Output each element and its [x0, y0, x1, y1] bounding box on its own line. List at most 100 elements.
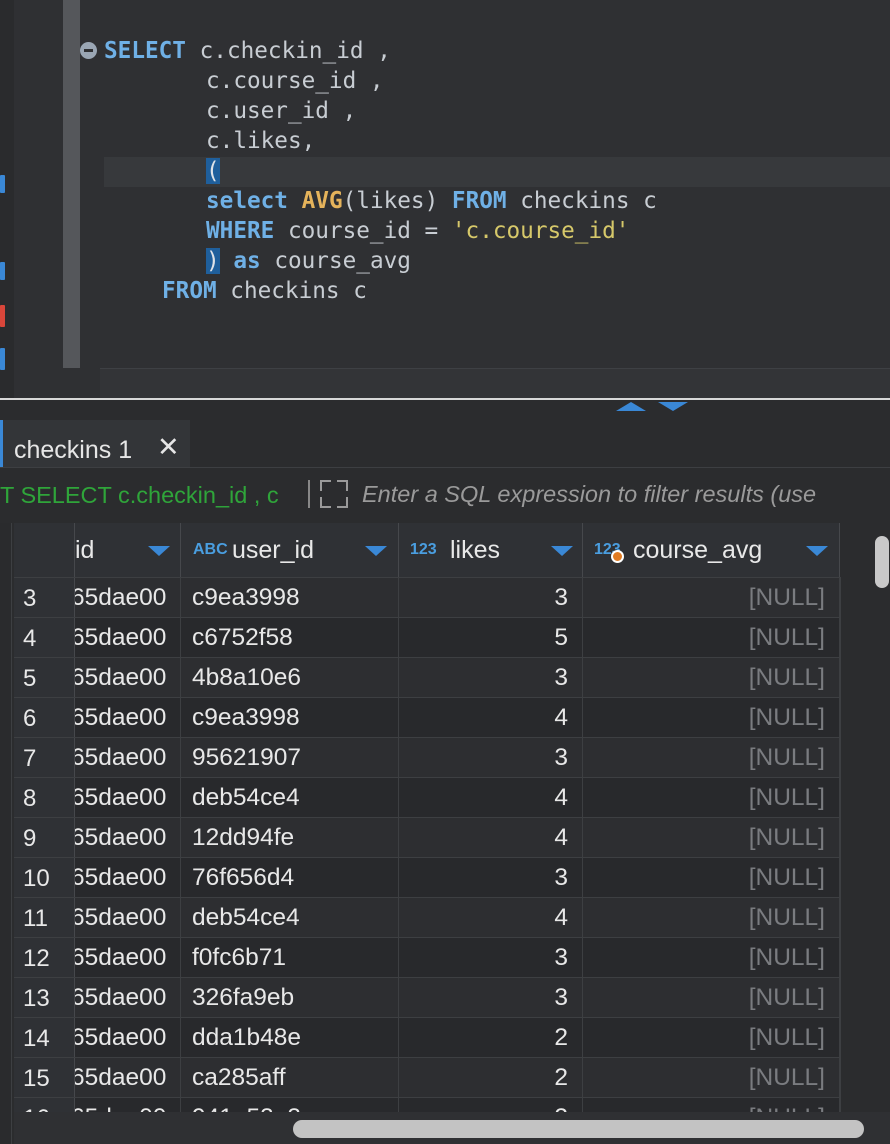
- cell-id[interactable]: 65dae00: [75, 1058, 181, 1097]
- tab-checkins-1[interactable]: checkins 1 ✕: [0, 420, 190, 467]
- cell-likes[interactable]: 3: [399, 858, 583, 897]
- cell-id[interactable]: 65dae00: [75, 938, 181, 977]
- column-header-id[interactable]: id: [75, 523, 181, 577]
- cell-likes[interactable]: 4: [399, 698, 583, 737]
- cell-course-avg[interactable]: [NULL]: [583, 578, 840, 617]
- close-icon[interactable]: ✕: [157, 432, 180, 462]
- sort-arrow-icon[interactable]: [806, 546, 828, 556]
- column-header-course-avg[interactable]: 123 course_avg: [583, 523, 840, 577]
- row-number[interactable]: 7: [14, 738, 75, 777]
- cell-id[interactable]: 65dae00: [75, 858, 181, 897]
- cell-user-id[interactable]: ca285aff: [181, 1058, 399, 1097]
- cell-likes[interactable]: 4: [399, 778, 583, 817]
- cell-id[interactable]: 65dae00: [75, 738, 181, 777]
- maximize-editor-arrow-icon[interactable]: [616, 402, 646, 411]
- filter-input[interactable]: [356, 474, 890, 514]
- cell-user-id[interactable]: 4b8a10e6: [181, 658, 399, 697]
- cell-user-id[interactable]: deb54ce4: [181, 898, 399, 937]
- cell-likes[interactable]: 4: [399, 818, 583, 857]
- expand-icon[interactable]: [318, 478, 350, 510]
- table-row[interactable]: 12 65dae00 f0fc6b71 3 [NULL]: [14, 937, 840, 977]
- fold-collapse-icon[interactable]: [80, 42, 97, 59]
- cell-user-id[interactable]: 326fa9eb: [181, 978, 399, 1017]
- cell-user-id[interactable]: c9ea3998: [181, 578, 399, 617]
- cell-course-avg[interactable]: [NULL]: [583, 738, 840, 777]
- horizontal-scrollbar-thumb[interactable]: [293, 1120, 864, 1138]
- cell-user-id[interactable]: deb54ce4: [181, 778, 399, 817]
- cell-likes[interactable]: 4: [399, 898, 583, 937]
- vertical-scrollbar[interactable]: [875, 536, 889, 588]
- row-number[interactable]: 9: [14, 818, 75, 857]
- cell-id[interactable]: 65dae00: [75, 698, 181, 737]
- cell-id[interactable]: 65dae00: [75, 978, 181, 1017]
- panel-splitter[interactable]: [0, 398, 890, 412]
- table-row[interactable]: 11 65dae00 deb54ce4 4 [NULL]: [14, 897, 840, 937]
- row-number[interactable]: 10: [14, 858, 75, 897]
- cell-user-id[interactable]: 12dd94fe: [181, 818, 399, 857]
- cell-user-id[interactable]: 76f656d4: [181, 858, 399, 897]
- row-number[interactable]: 11: [14, 898, 75, 937]
- cell-id[interactable]: 65dae00: [75, 658, 181, 697]
- table-row[interactable]: 14 65dae00 dda1b48e 2 [NULL]: [14, 1017, 840, 1057]
- cell-id[interactable]: 65dae00: [75, 618, 181, 657]
- cell-course-avg[interactable]: [NULL]: [583, 978, 840, 1017]
- cell-user-id[interactable]: f0fc6b71: [181, 938, 399, 977]
- sort-arrow-icon[interactable]: [148, 546, 170, 556]
- cell-course-avg[interactable]: [NULL]: [583, 898, 840, 937]
- cell-likes[interactable]: 2: [399, 1018, 583, 1057]
- column-header-user-id[interactable]: ABC user_id: [181, 523, 399, 577]
- table-row[interactable]: 9 65dae00 12dd94fe 4 [NULL]: [14, 817, 840, 857]
- table-row[interactable]: 15 65dae00 ca285aff 2 [NULL]: [14, 1057, 840, 1097]
- row-number[interactable]: 4: [14, 618, 75, 657]
- maximize-results-arrow-icon[interactable]: [658, 402, 688, 411]
- table-row[interactable]: 7 65dae00 95621907 3 [NULL]: [14, 737, 840, 777]
- cell-user-id[interactable]: c6752f58: [181, 618, 399, 657]
- row-number[interactable]: 6: [14, 698, 75, 737]
- table-row[interactable]: 3 65dae00 c9ea3998 3 [NULL]: [14, 577, 840, 617]
- cell-likes[interactable]: 3: [399, 658, 583, 697]
- row-number[interactable]: 12: [14, 938, 75, 977]
- row-number[interactable]: 14: [14, 1018, 75, 1057]
- results-grid[interactable]: id ABC user_id 123 likes 123 course_avg …: [0, 523, 890, 1144]
- sort-arrow-icon[interactable]: [365, 546, 387, 556]
- cell-id[interactable]: 65dae00: [75, 778, 181, 817]
- cell-likes[interactable]: 5: [399, 618, 583, 657]
- cell-likes[interactable]: 3: [399, 938, 583, 977]
- cell-user-id[interactable]: dda1b48e: [181, 1018, 399, 1057]
- cell-likes[interactable]: 3: [399, 578, 583, 617]
- cell-course-avg[interactable]: [NULL]: [583, 618, 840, 657]
- table-row[interactable]: 4 65dae00 c6752f58 5 [NULL]: [14, 617, 840, 657]
- column-header-likes[interactable]: 123 likes: [399, 523, 583, 577]
- editor-horizontal-scrollbar[interactable]: [100, 368, 890, 398]
- cell-id[interactable]: 65dae00: [75, 818, 181, 857]
- cell-course-avg[interactable]: [NULL]: [583, 778, 840, 817]
- table-row[interactable]: 5 65dae00 4b8a10e6 3 [NULL]: [14, 657, 840, 697]
- row-number[interactable]: 8: [14, 778, 75, 817]
- cell-course-avg[interactable]: [NULL]: [583, 858, 840, 897]
- query-text[interactable]: T SELECT c.checkin_id , c: [0, 482, 305, 509]
- row-number[interactable]: 15: [14, 1058, 75, 1097]
- table-row[interactable]: 8 65dae00 deb54ce4 4 [NULL]: [14, 777, 840, 817]
- table-row[interactable]: 13 65dae00 326fa9eb 3 [NULL]: [14, 977, 840, 1017]
- cell-course-avg[interactable]: [NULL]: [583, 938, 840, 977]
- table-row[interactable]: 10 65dae00 76f656d4 3 [NULL]: [14, 857, 840, 897]
- cell-likes[interactable]: 3: [399, 978, 583, 1017]
- cell-course-avg[interactable]: [NULL]: [583, 818, 840, 857]
- cell-course-avg[interactable]: [NULL]: [583, 698, 840, 737]
- cell-user-id[interactable]: 95621907: [181, 738, 399, 777]
- table-row[interactable]: 6 65dae00 c9ea3998 4 [NULL]: [14, 697, 840, 737]
- cell-id[interactable]: 65dae00: [75, 898, 181, 937]
- cell-id[interactable]: 65dae00: [75, 1018, 181, 1057]
- cell-user-id[interactable]: c9ea3998: [181, 698, 399, 737]
- row-number[interactable]: 13: [14, 978, 75, 1017]
- row-number[interactable]: 5: [14, 658, 75, 697]
- sql-editor[interactable]: SELECT c.checkin_id , c.course_id , c.user…: [0, 0, 890, 398]
- cell-likes[interactable]: 3: [399, 738, 583, 777]
- row-number[interactable]: 3: [14, 578, 75, 617]
- sort-arrow-icon[interactable]: [551, 546, 573, 556]
- cell-course-avg[interactable]: [NULL]: [583, 1018, 840, 1057]
- cell-course-avg[interactable]: [NULL]: [583, 1058, 840, 1097]
- cell-course-avg[interactable]: [NULL]: [583, 658, 840, 697]
- cell-id[interactable]: 65dae00: [75, 578, 181, 617]
- cell-likes[interactable]: 2: [399, 1058, 583, 1097]
